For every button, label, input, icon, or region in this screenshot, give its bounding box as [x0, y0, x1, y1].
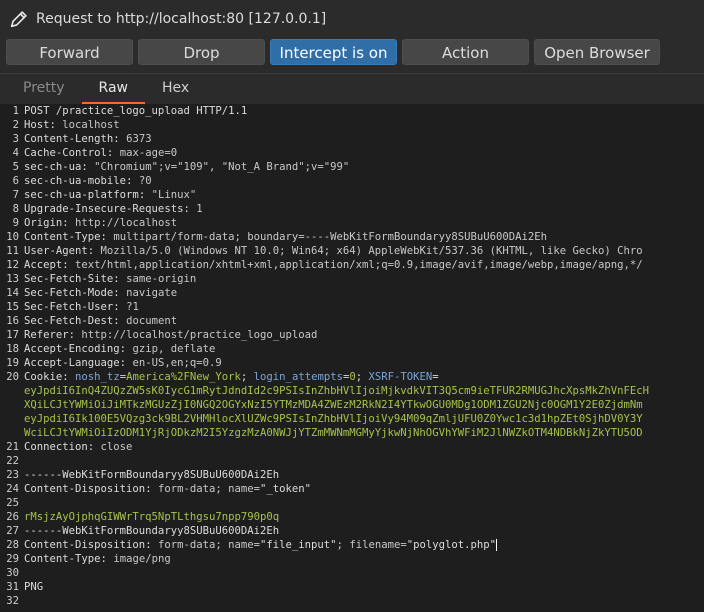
drop-button[interactable]: Drop — [138, 39, 265, 65]
request-line: 21 Connection: close — [6, 441, 133, 453]
request-line-wrap: eyJpdiI6InQ4ZUQzZW5sK0IycG1mRytJdndId2c9… — [24, 385, 650, 397]
intercept-toolbar: Forward Drop Intercept is on Action Open… — [0, 39, 704, 69]
request-line: 10 Content-Type: multipart/form-data; bou… — [6, 231, 548, 243]
request-line: 16 Sec-Fetch-Dest: document — [6, 315, 178, 327]
intercept-toggle-button[interactable]: Intercept is on — [270, 39, 397, 65]
request-line: 18 Accept-Encoding: gzip, deflate — [6, 343, 216, 355]
text-cursor — [496, 539, 498, 551]
request-line: 19 Accept-Language: en-US,en;q=0.9 — [6, 357, 222, 369]
request-line: 15 Sec-Fetch-User: ?1 — [6, 301, 139, 313]
request-line: 20 Cookie: nosh_tz=America%2FNew_York; lo… — [6, 371, 439, 383]
request-line: 11 User-Agent: Mozilla/5.0 (Windows NT 10… — [6, 245, 643, 257]
request-line: 14 Sec-Fetch-Mode: navigate — [6, 287, 178, 299]
request-line: 24 Content-Disposition: form-data; name="… — [6, 483, 312, 495]
open-browser-button[interactable]: Open Browser — [534, 39, 660, 65]
request-line-wrap: XQiLCJtYWMiOiJiMTkzMGUzZjI0NGQ2OGYxNzI5Y… — [24, 399, 643, 411]
request-line: 2 Host: localhost — [12, 119, 120, 131]
request-line: 8 Upgrade-Insecure-Requests: 1 — [12, 203, 203, 215]
message-view-tabs: Pretty Raw Hex — [0, 74, 704, 104]
tab-hex[interactable]: Hex — [145, 80, 206, 104]
request-line: 26 rMsjzAyOjphqGIWWrTrq5NpTLthgsu7npp790p… — [6, 511, 280, 523]
request-line: 9 Origin: http://localhost — [12, 217, 178, 229]
tab-raw[interactable]: Raw — [81, 80, 145, 104]
request-line: 4 Cache-Control: max-age=0 — [12, 147, 178, 159]
request-line: 29 Content-Type: image/png — [6, 553, 171, 565]
request-line: 3 Content-Length: 6373 — [12, 133, 152, 145]
request-line: 32 — [6, 595, 19, 607]
forward-button[interactable]: Forward — [6, 39, 133, 65]
request-line: 28 Content-Disposition: form-data; name="… — [6, 539, 498, 551]
request-line: 12 Accept: text/html,application/xhtml+xm… — [6, 259, 643, 271]
request-line: 31 PNG — [6, 581, 44, 593]
raw-request-editor[interactable]: 1 POST /practice_logo_upload HTTP/1.1 2 Ho… — [0, 104, 704, 612]
request-line: 25 — [6, 497, 19, 509]
request-line: 23 ------WebKitFormBoundaryy8SUBuU600DAi2… — [6, 469, 280, 481]
pencil-icon — [10, 11, 27, 28]
request-line: 1 POST /practice_logo_upload HTTP/1.1 — [12, 105, 248, 117]
request-line: 30 — [6, 567, 19, 579]
request-line-wrap: WciLCJtYWMiOiIzODM1YjRjODkzM2I5YzgzMzA0N… — [24, 427, 643, 439]
request-line: 13 Sec-Fetch-Site: same-origin — [6, 273, 197, 285]
tab-pretty[interactable]: Pretty — [6, 80, 82, 104]
action-button[interactable]: Action — [402, 39, 529, 65]
request-line: 7 sec-ch-ua-platform: "Linux" — [12, 189, 197, 201]
window-title: Request to http://localhost:80 [127.0.0.… — [36, 11, 327, 27]
request-line: 5 sec-ch-ua: "Chromium";v="109", "Not_A B… — [12, 161, 350, 173]
request-line: 6 sec-ch-ua-mobile: ?0 — [12, 175, 152, 187]
request-line-wrap: eyJpdiI6Ik100E5VQzg3ck9BL2VHMHlocXlUZWc9… — [24, 413, 643, 425]
request-line: 17 Referer: http://localhost/practice_log… — [6, 329, 318, 341]
request-line: 22 — [6, 455, 19, 467]
request-line: 27 ------WebKitFormBoundaryy8SUBuU600DAi2… — [6, 525, 280, 537]
window-titlebar: Request to http://localhost:80 [127.0.0.… — [0, 0, 704, 38]
